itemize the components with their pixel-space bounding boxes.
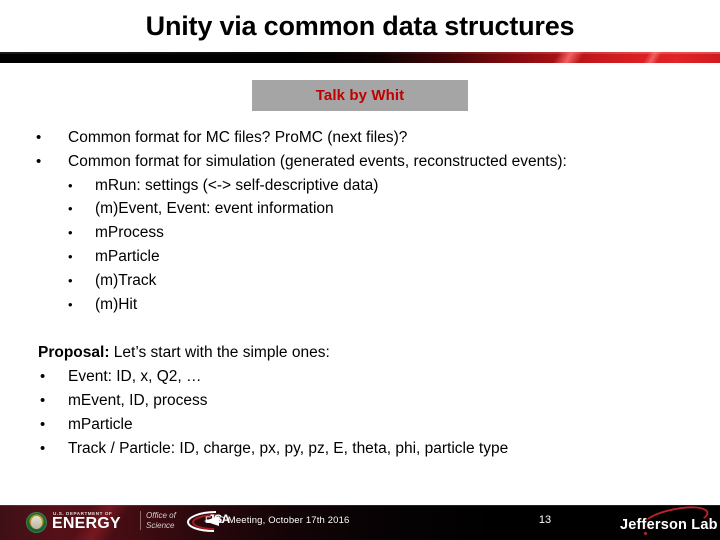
doe-seal-inner-icon [31, 516, 42, 529]
page-number: 13 [538, 514, 552, 526]
page-title: Unity via common data structures [145, 10, 575, 41]
talk-banner: Talk by Whit [252, 80, 468, 111]
bullet-text: mProcess [95, 224, 164, 242]
bullet-marker-icon: • [36, 152, 42, 170]
jefferson-lab-dot-icon [644, 532, 647, 535]
bullet-item: • (m)Track [68, 269, 720, 293]
doe-seal-icon [26, 512, 47, 533]
bullet-text: mParticle [95, 247, 160, 265]
jefferson-lab-logo: Jefferson Lab [620, 501, 718, 537]
bullet-marker-icon: • [68, 201, 73, 217]
slide-canvas: Unity via common data structures Talk by… [0, 0, 720, 540]
bullet-marker-icon: • [40, 368, 46, 385]
bullet-text: Common format for MC files? ProMC (next … [68, 129, 408, 146]
proposal-item-list: • Event: ID, x, Q2, … • mEvent, ID, process… [0, 365, 720, 461]
bullet-item: • Common format for simulation (generated… [36, 150, 720, 174]
bullet-marker-icon: • [40, 392, 46, 409]
bullet-marker-icon: • [68, 296, 73, 312]
bullet-list: • Common format for MC files? ProMC (next… [0, 126, 720, 316]
bullet-item: • mRun: settings (<-> self-descriptive da… [68, 174, 720, 198]
proposal-item-text: Track / Particle: ID, charge, px, py, pz… [68, 440, 509, 457]
bullet-text: (m)Event, Event: event information [95, 200, 334, 218]
bullet-marker-icon: • [68, 248, 73, 264]
proposal-heading-rest: Let’s start with the simple ones: [109, 344, 330, 361]
bullet-marker-icon: • [68, 225, 73, 241]
bullet-item: • Common format for MC files? ProMC (next… [36, 126, 720, 150]
bullet-marker-icon: • [68, 272, 73, 288]
bullet-marker-icon: • [36, 129, 42, 146]
meeting-label: ESC Meeting, October 17th 2016 [205, 515, 350, 526]
bullet-marker-icon: • [40, 416, 46, 433]
bullet-marker-icon: • [68, 177, 73, 193]
talk-banner-label: Talk by Whit [315, 87, 405, 104]
proposal-heading-strong: Proposal: [38, 344, 110, 361]
bullet-item: • mParticle [68, 245, 720, 269]
proposal-item-text: mParticle [68, 416, 133, 433]
bullet-text: (m)Hit [95, 295, 138, 313]
header-band-highlight [0, 52, 720, 54]
bullet-text: Common format for simulation (generated … [68, 152, 567, 170]
bullet-item: • (m)Hit [68, 293, 720, 317]
proposal-item-text: mEvent, ID, process [68, 392, 208, 409]
bullet-text: mRun: settings (<-> self-descriptive dat… [95, 176, 379, 194]
bullet-item: • mProcess [68, 221, 720, 245]
doe-energy-label: ENERGY [52, 515, 121, 532]
proposal-item: • mParticle [40, 413, 720, 437]
proposal-heading: Proposal: Let’s start with the simple on… [38, 341, 720, 365]
proposal-item: • Event: ID, x, Q2, … [40, 365, 720, 389]
proposal-item-text: Event: ID, x, Q2, … [68, 368, 202, 385]
footer-logo-divider [140, 511, 141, 530]
proposal-item: • mEvent, ID, process [40, 389, 720, 413]
science-label: Science [146, 521, 175, 530]
office-of-label: Office of [146, 511, 176, 520]
bullet-text: (m)Track [95, 271, 157, 289]
bullet-marker-icon: • [40, 440, 46, 457]
proposal-block: Proposal: Let’s start with the simple on… [0, 341, 720, 461]
jefferson-lab-label: Jefferson Lab [620, 517, 718, 533]
header-accent-band [0, 52, 720, 63]
bullet-item: • (m)Event, Event: event information [68, 197, 720, 221]
title-area: Unity via common data structures [0, 0, 720, 52]
proposal-item: • Track / Particle: ID, charge, px, py, p… [40, 437, 720, 461]
